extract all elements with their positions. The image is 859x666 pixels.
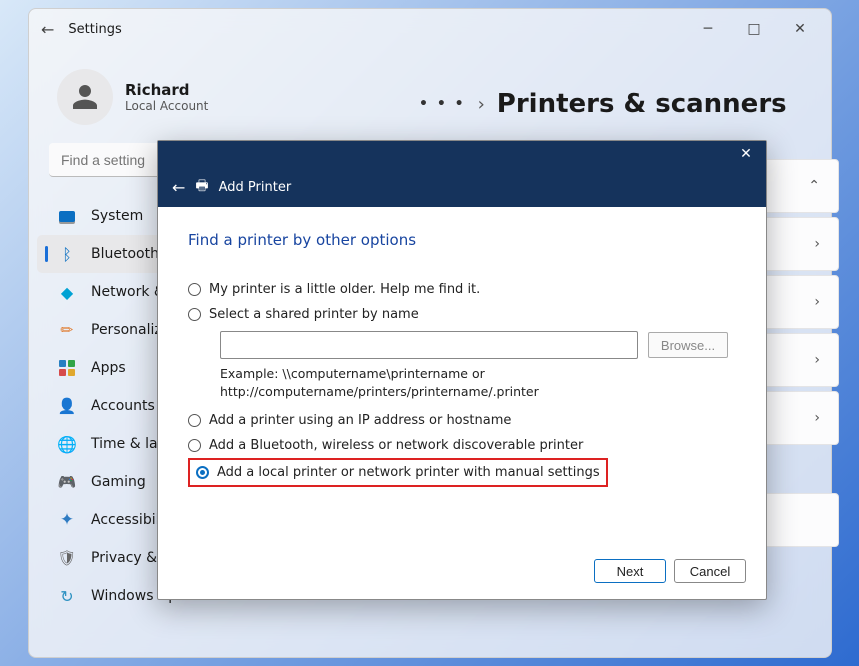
add-printer-dialog: ✕ ← 🖶 Add Printer Find a printer by othe…: [157, 140, 767, 600]
printer-icon: 🖶: [195, 175, 208, 199]
dialog-header: ← 🖶 Add Printer: [158, 167, 766, 207]
radio-icon: [188, 414, 201, 427]
display-icon: [57, 206, 77, 226]
accounts-icon: 👤: [57, 396, 77, 416]
chevron-right-icon: ›: [814, 410, 820, 426]
titlebar: ← Settings ─ □ ✕: [29, 9, 831, 49]
next-button[interactable]: Next: [594, 559, 666, 583]
radio-label: My printer is a little older. Help me fi…: [209, 282, 480, 297]
radio-icon: [188, 283, 201, 296]
chevron-right-icon: ›: [814, 236, 820, 252]
sidebar-item-label: Accounts: [91, 398, 155, 414]
radio-icon-selected: [196, 466, 209, 479]
accessibility-icon: ✦: [57, 510, 77, 530]
user-subtitle: Local Account: [125, 99, 208, 113]
person-icon: [69, 81, 101, 113]
avatar[interactable]: [57, 69, 113, 125]
radio-option-wireless[interactable]: Add a Bluetooth, wireless or network dis…: [188, 433, 736, 458]
dialog-close-button[interactable]: ✕: [732, 146, 760, 162]
breadcrumb-more-icon[interactable]: • • •: [419, 96, 466, 112]
chevron-right-icon: ›: [814, 352, 820, 368]
example-text: Example: \\computername\printername or h…: [220, 365, 736, 400]
close-button[interactable]: ✕: [777, 14, 823, 44]
radio-icon: [188, 439, 201, 452]
radio-label: Add a local printer or network printer w…: [217, 465, 600, 480]
dialog-title: Add Printer: [219, 180, 292, 195]
radio-label: Select a shared printer by name: [209, 307, 419, 322]
radio-option-ip[interactable]: Add a printer using an IP address or hos…: [188, 408, 736, 433]
app-title: Settings: [68, 22, 121, 37]
dialog-titlebar: ✕: [158, 141, 766, 167]
radio-label: Add a printer using an IP address or hos…: [209, 413, 511, 428]
apps-icon: [57, 358, 77, 378]
sidebar-item-label: Apps: [91, 360, 126, 376]
chevron-right-icon: ›: [478, 94, 485, 115]
dialog-heading: Find a printer by other options: [188, 231, 736, 249]
page-title: Printers & scanners: [497, 89, 787, 119]
maximize-button[interactable]: □: [731, 14, 777, 44]
sidebar-item-label: Gaming: [91, 474, 146, 490]
sidebar-item-label: System: [91, 208, 143, 224]
back-icon[interactable]: ←: [172, 178, 185, 197]
shared-printer-input[interactable]: [220, 331, 638, 359]
radio-icon: [188, 308, 201, 321]
brush-icon: ✎: [53, 316, 81, 344]
bluetooth-icon: ᛒ: [57, 244, 77, 264]
radio-option-shared[interactable]: Select a shared printer by name: [188, 302, 736, 327]
minimize-button[interactable]: ─: [685, 14, 731, 44]
user-name: Richard: [125, 81, 208, 99]
chevron-up-icon: ⌃: [808, 178, 820, 194]
chevron-right-icon: ›: [814, 294, 820, 310]
highlight-box: Add a local printer or network printer w…: [188, 458, 608, 487]
radio-label: Add a Bluetooth, wireless or network dis…: [209, 438, 583, 453]
radio-option-local[interactable]: Add a local printer or network printer w…: [194, 462, 602, 483]
shield-icon: 🛡: [57, 548, 77, 568]
globe-icon: 🌐: [57, 434, 77, 454]
browse-button[interactable]: Browse...: [648, 332, 728, 358]
breadcrumb: • • • › Printers & scanners: [419, 89, 787, 119]
update-icon: ↻: [57, 586, 77, 606]
gaming-icon: 🎮: [57, 472, 77, 492]
wifi-icon: ◆: [57, 282, 77, 302]
radio-option-older[interactable]: My printer is a little older. Help me fi…: [188, 277, 736, 302]
back-icon[interactable]: ←: [41, 20, 54, 39]
cancel-button[interactable]: Cancel: [674, 559, 746, 583]
